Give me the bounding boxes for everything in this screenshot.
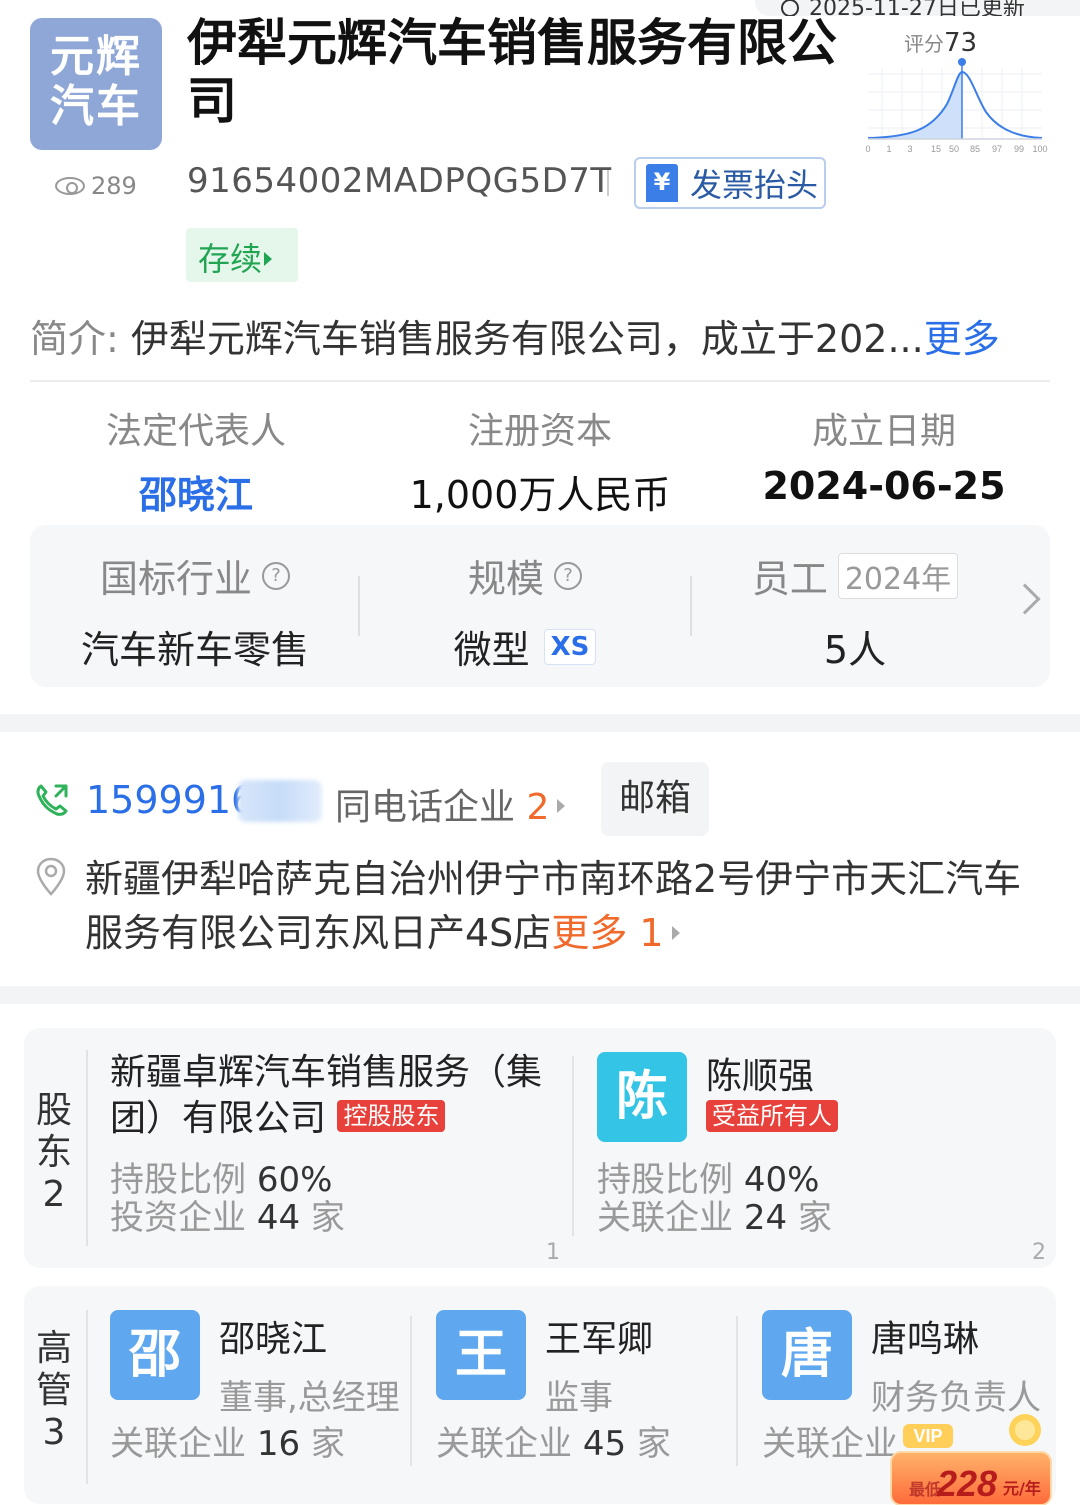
invoice-icon: ¥ bbox=[646, 164, 678, 202]
page-number: 2 bbox=[1032, 1240, 1046, 1265]
divider bbox=[30, 380, 1050, 382]
vip-price-unit: 元/年 bbox=[1003, 1479, 1041, 1498]
view-count: 289 bbox=[55, 172, 137, 200]
score-tick-label: 1 bbox=[886, 144, 891, 154]
executive-item[interactable]: 邵晓江 董事,总经理 bbox=[219, 1310, 400, 1419]
shareholder-item[interactable]: 陈顺强 受益所有人 bbox=[706, 1054, 1046, 1134]
score-tick-label: 50 bbox=[949, 144, 959, 154]
score-tick-label: 97 bbox=[992, 144, 1002, 154]
executive-item[interactable]: 王军卿 监事 bbox=[545, 1310, 653, 1419]
divider bbox=[607, 170, 609, 196]
divider bbox=[410, 1316, 412, 1466]
status-badge[interactable]: 存续 bbox=[186, 228, 298, 282]
address[interactable]: 新疆伊犁哈萨克自治州伊宁市南环路2号伊宁市天汇汽车服务有限公司东风日产4S店更多… bbox=[85, 852, 1050, 960]
email-button[interactable]: 邮箱 bbox=[601, 762, 709, 836]
location-pin-icon bbox=[36, 857, 66, 896]
credit-code[interactable]: 91654002MADPQG5D7T bbox=[187, 161, 612, 201]
page-number: 1 bbox=[546, 1240, 560, 1265]
founded-block: 成立日期 2024-06-25 bbox=[762, 411, 1006, 508]
employees-block: 员工 2024年 5人 bbox=[700, 548, 1010, 674]
score-tick-label: 99 bbox=[1014, 144, 1024, 154]
score-tick-label: 100 bbox=[1032, 144, 1047, 154]
phone-blur-mask bbox=[238, 780, 322, 822]
executive-related: 关联企业 16 家 bbox=[110, 1424, 345, 1464]
intro-more-link[interactable]: 更多 bbox=[924, 317, 1000, 361]
divider bbox=[690, 576, 692, 636]
eye-icon bbox=[55, 177, 85, 195]
vip-price: 228 bbox=[936, 1463, 997, 1504]
vip-badge-text: VIP bbox=[913, 1426, 942, 1446]
divider bbox=[572, 1056, 574, 1236]
company-name: 伊犁元辉汽车销售服务有限公司 bbox=[187, 14, 837, 130]
shareholder-ratio: 持股比例 60% bbox=[110, 1160, 333, 1200]
legal-rep-block: 法定代表人 邵晓江 bbox=[26, 402, 366, 519]
executives-label[interactable]: 高管 3 bbox=[34, 1328, 74, 1454]
company-intro[interactable]: 简介: 伊犁元辉汽车销售服务有限公司，成立于202...更多 bbox=[30, 308, 1040, 363]
score-tick-label: 85 bbox=[970, 144, 980, 154]
executive-item[interactable]: 唐鸣琳 财务负责人 bbox=[871, 1310, 1041, 1419]
phone-number[interactable]: 1599916 bbox=[86, 778, 255, 822]
section-gap bbox=[0, 986, 1080, 1004]
divider bbox=[358, 576, 360, 636]
invoice-header-button[interactable]: ¥ 发票抬头 bbox=[634, 157, 826, 209]
divider bbox=[86, 1050, 88, 1246]
shareholder-ratio: 持股比例 40% bbox=[597, 1160, 820, 1200]
avatar[interactable]: 邵 bbox=[110, 1310, 200, 1400]
industry-block: 国标行业? 汽车新车零售 bbox=[80, 557, 309, 672]
divider bbox=[736, 1316, 738, 1466]
shareholders-label[interactable]: 股东 2 bbox=[34, 1090, 74, 1216]
executive-related: 关联企业 bbox=[762, 1424, 898, 1464]
avatar[interactable]: 王 bbox=[436, 1310, 526, 1400]
shareholder-item[interactable]: 新疆卓辉汽车销售服务（集团）有限公司 控股股东 bbox=[110, 1050, 560, 1142]
divider bbox=[86, 1310, 88, 1484]
capital-block: 注册资本 1,000万人民币 bbox=[409, 411, 671, 517]
beneficial-owner-tag: 受益所有人 bbox=[706, 1100, 838, 1132]
help-icon[interactable]: ? bbox=[554, 561, 582, 590]
caret-right-icon bbox=[264, 252, 273, 266]
shareholder-related: 投资企业 44 家 bbox=[110, 1198, 345, 1238]
shareholder-related: 关联企业 24 家 bbox=[597, 1198, 832, 1238]
score-tick-label: 15 bbox=[931, 144, 941, 154]
scale-tag: XS bbox=[543, 628, 597, 665]
phone-icon bbox=[36, 784, 68, 816]
score-tick-label: 3 bbox=[907, 144, 912, 154]
same-phone-link[interactable]: 同电话企业 2 bbox=[335, 778, 566, 830]
score-tick-label: 0 bbox=[865, 144, 870, 154]
vip-promo-badge[interactable]: VIP 最低 228 元/年 bbox=[885, 1412, 1055, 1505]
score-label: 评分73 bbox=[904, 28, 978, 58]
scale-block: 规模? 微型 XS bbox=[370, 548, 680, 674]
caret-right-icon bbox=[557, 799, 566, 813]
legal-rep-link[interactable]: 邵晓江 bbox=[26, 464, 366, 519]
caret-right-icon bbox=[671, 926, 680, 940]
address-more-link[interactable]: 更多 1 bbox=[551, 911, 663, 955]
year-tag: 2024年 bbox=[837, 552, 959, 599]
avatar[interactable]: 陈 bbox=[597, 1052, 687, 1142]
controlling-shareholder-tag: 控股股东 bbox=[337, 1100, 446, 1132]
executive-related: 关联企业 45 家 bbox=[436, 1424, 671, 1464]
company-logo: 元辉 汽车 bbox=[30, 18, 162, 150]
avatar[interactable]: 唐 bbox=[762, 1310, 852, 1400]
help-icon[interactable]: ? bbox=[262, 561, 290, 590]
section-gap bbox=[0, 714, 1080, 732]
